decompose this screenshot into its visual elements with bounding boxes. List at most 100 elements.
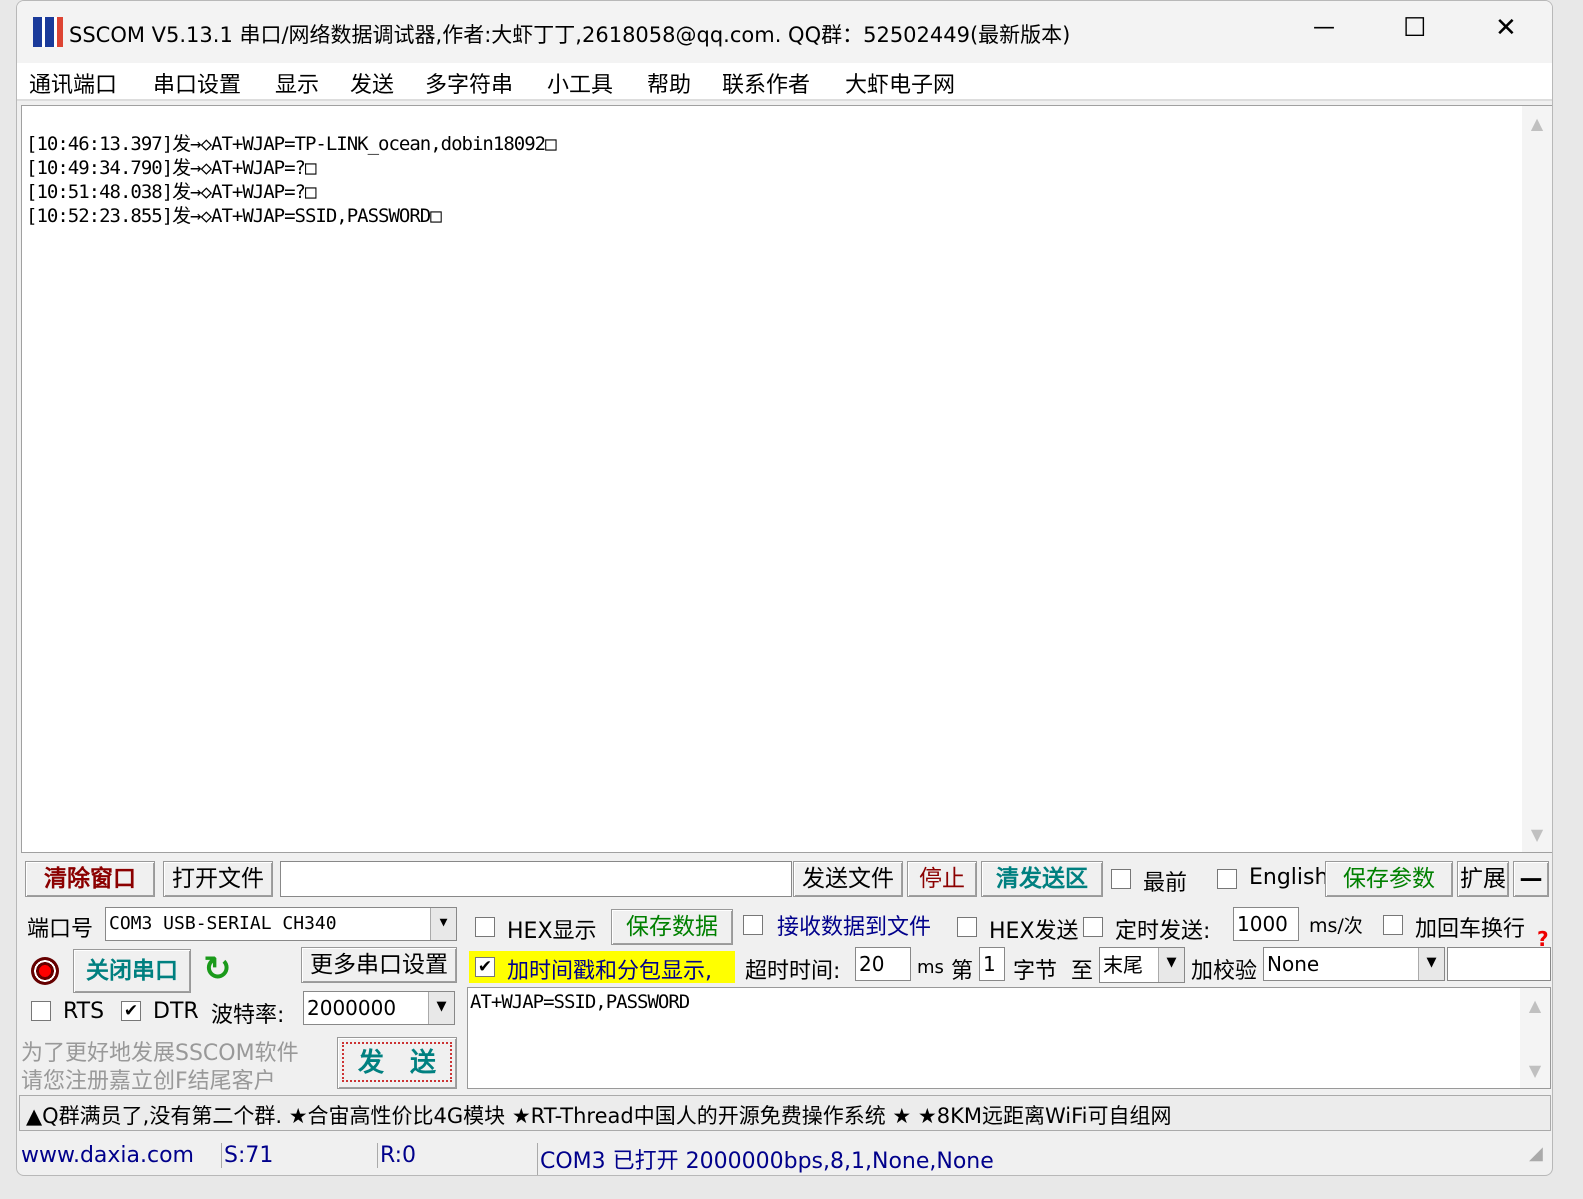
status-website[interactable]: www.daxia.com — [21, 1143, 194, 1168]
send-file-button[interactable]: 发送文件 — [793, 861, 903, 897]
resize-grip-icon[interactable]: ◢ — [1529, 1143, 1543, 1164]
receive-area[interactable]: [10:46:13.397]发→◇AT+WJAP=TP-LINK_ocean,d… — [21, 105, 1552, 853]
english-checkbox[interactable] — [1217, 869, 1237, 889]
app-logo-icon — [33, 17, 63, 47]
add-crlf-label: 加回车换行 — [1415, 917, 1526, 942]
to-select[interactable]: 末尾 ▼ — [1099, 947, 1185, 983]
close-port-button[interactable]: 关闭串口 — [73, 949, 191, 993]
save-data-button[interactable]: 保存数据 — [611, 909, 733, 945]
open-file-button[interactable]: 打开文件 — [163, 861, 273, 897]
menu-display[interactable]: 显示 — [275, 67, 319, 99]
sscom-window: SSCOM V5.13.1 串口/网络数据调试器,作者:大虾丁丁,2618058… — [16, 0, 1553, 1176]
port-label: 端口号 — [27, 917, 94, 942]
chevron-down-icon[interactable]: ▼ — [430, 908, 456, 940]
menu-help[interactable]: 帮助 — [647, 67, 691, 99]
rts-label: RTS — [63, 999, 105, 1024]
maximize-button[interactable]: ☐ — [1403, 13, 1426, 43]
menu-website[interactable]: 大虾电子网 — [845, 67, 955, 99]
scroll-down-icon[interactable]: ▼ — [1520, 1061, 1550, 1080]
stop-button[interactable]: 停止 — [907, 861, 977, 897]
chevron-down-icon[interactable]: ▼ — [428, 992, 454, 1024]
timestamp-label: 加时间戳和分包显示, — [507, 959, 712, 984]
hex-display-checkbox[interactable] — [475, 917, 495, 937]
interval-input[interactable]: 1000 — [1233, 907, 1299, 941]
file-path-input[interactable] — [280, 861, 792, 897]
to-value: 末尾 — [1103, 953, 1143, 977]
save-params-button[interactable]: 保存参数 — [1325, 861, 1453, 897]
topmost-checkbox[interactable] — [1111, 869, 1131, 889]
port-value: COM3 USB-SERIAL CH340 — [109, 913, 337, 934]
menu-send[interactable]: 发送 — [350, 67, 394, 99]
status-received: R:0 — [377, 1143, 416, 1168]
timestamp-checkbox[interactable]: ✔ — [475, 957, 495, 977]
timed-send-checkbox[interactable] — [1083, 917, 1103, 937]
more-port-settings-button[interactable]: 更多串口设置 — [301, 947, 457, 983]
menu-multi-string[interactable]: 多字符串 — [425, 67, 513, 99]
checksum-extra-input[interactable] — [1447, 947, 1551, 981]
timeout-label: 超时时间: — [745, 959, 841, 984]
collapse-button[interactable]: — — [1513, 861, 1549, 897]
scroll-up-icon[interactable]: ▲ — [1520, 996, 1550, 1015]
dtr-checkbox[interactable]: ✔ — [121, 1001, 141, 1021]
from-label: 第 — [951, 959, 974, 984]
close-button[interactable]: ✕ — [1495, 13, 1517, 43]
send-input[interactable]: AT+WJAP=SSID,PASSWORD ▲ ▼ — [467, 987, 1551, 1089]
baud-value: 2000000 — [307, 996, 397, 1020]
menu-bar: 通讯端口 串口设置 显示 发送 多字符串 小工具 帮助 联系作者 大虾电子网 — [17, 63, 1552, 101]
interval-unit: ms/次 — [1309, 915, 1363, 937]
rts-checkbox[interactable] — [31, 1001, 51, 1021]
baud-label: 波特率: — [211, 1003, 285, 1028]
send-scrollbar[interactable]: ▲ ▼ — [1520, 988, 1550, 1088]
status-port: COM3 已打开 2000000bps,8,1,None,None — [537, 1143, 994, 1175]
menu-port-settings[interactable]: 串口设置 — [153, 67, 241, 99]
log-line: [10:51:48.038]发→◇AT+WJAP=?□ — [26, 181, 316, 203]
add-crlf-checkbox[interactable] — [1383, 915, 1403, 935]
checksum-select[interactable]: None ▼ — [1263, 947, 1445, 981]
send-button[interactable]: 发 送 — [337, 1037, 457, 1089]
menu-comm-port[interactable]: 通讯端口 — [29, 67, 117, 99]
promo-line-2[interactable]: 请您注册嘉立创F结尾客户 — [21, 1063, 276, 1095]
ticker-text[interactable]: ▲Q群满员了,没有第二个群. ★合宙高性价比4G模块 ★RT-Thread中国人… — [26, 1100, 1171, 1130]
status-sent: S:71 — [221, 1143, 273, 1168]
scroll-up-icon[interactable]: ▲ — [1522, 114, 1552, 133]
log-line: [10:52:23.855]发→◇AT+WJAP=SSID,PASSWORD□ — [26, 205, 442, 227]
hex-send-label: HEX发送 — [989, 919, 1079, 944]
topmost-label: 最前 — [1143, 871, 1188, 896]
to-label: 至 — [1071, 959, 1094, 984]
baud-select[interactable]: 2000000 ▼ — [303, 991, 455, 1025]
recv-to-file-label[interactable]: 接收数据到文件 — [777, 909, 931, 941]
port-status-led-icon — [31, 957, 59, 985]
english-label: English — [1249, 865, 1329, 890]
receive-scrollbar[interactable]: ▲ ▼ — [1522, 106, 1552, 852]
clear-window-button[interactable]: 清除窗口 — [25, 861, 155, 897]
byte-label: 字节 — [1013, 959, 1058, 984]
title-bar: SSCOM V5.13.1 串口/网络数据调试器,作者:大虾丁丁,2618058… — [17, 1, 1552, 63]
port-select[interactable]: COM3 USB-SERIAL CH340 ▼ — [105, 907, 457, 941]
dtr-label: DTR — [153, 999, 199, 1024]
send-text: AT+WJAP=SSID,PASSWORD — [470, 991, 690, 1013]
hex-display-label: HEX显示 — [507, 919, 597, 944]
log-line: [10:49:34.790]发→◇AT+WJAP=?□ — [26, 157, 316, 179]
expand-button[interactable]: 扩展 — [1457, 861, 1509, 897]
recv-to-file-checkbox[interactable] — [743, 915, 763, 935]
hex-send-checkbox[interactable] — [957, 917, 977, 937]
timed-send-label: 定时发送: — [1115, 919, 1211, 944]
scroll-down-icon[interactable]: ▼ — [1522, 825, 1552, 844]
ticker-bar[interactable]: ▲Q群满员了,没有第二个群. ★合宙高性价比4G模块 ★RT-Thread中国人… — [19, 1095, 1551, 1131]
checksum-value: None — [1267, 952, 1320, 976]
checksum-label: 加校验 — [1191, 959, 1258, 984]
timeout-input[interactable]: 20 — [855, 947, 911, 981]
chevron-down-icon[interactable]: ▼ — [1418, 948, 1444, 980]
send-button-label: 发 送 — [342, 1042, 452, 1082]
minimize-button[interactable]: — — [1313, 15, 1335, 40]
clear-send-button[interactable]: 清发送区 — [981, 861, 1103, 897]
timeout-unit: ms — [917, 957, 944, 978]
menu-tools[interactable]: 小工具 — [547, 67, 613, 99]
menu-contact[interactable]: 联系作者 — [722, 67, 810, 99]
window-title: SSCOM V5.13.1 串口/网络数据调试器,作者:大虾丁丁,2618058… — [69, 23, 1071, 47]
log-line: [10:46:13.397]发→◇AT+WJAP=TP-LINK_ocean,d… — [26, 133, 557, 155]
from-input[interactable]: 1 — [979, 947, 1005, 981]
refresh-icon[interactable]: ↻ — [203, 949, 232, 989]
status-bar: www.daxia.com S:71 R:0 COM3 已打开 2000000b… — [17, 1137, 1552, 1175]
chevron-down-icon[interactable]: ▼ — [1158, 948, 1184, 982]
